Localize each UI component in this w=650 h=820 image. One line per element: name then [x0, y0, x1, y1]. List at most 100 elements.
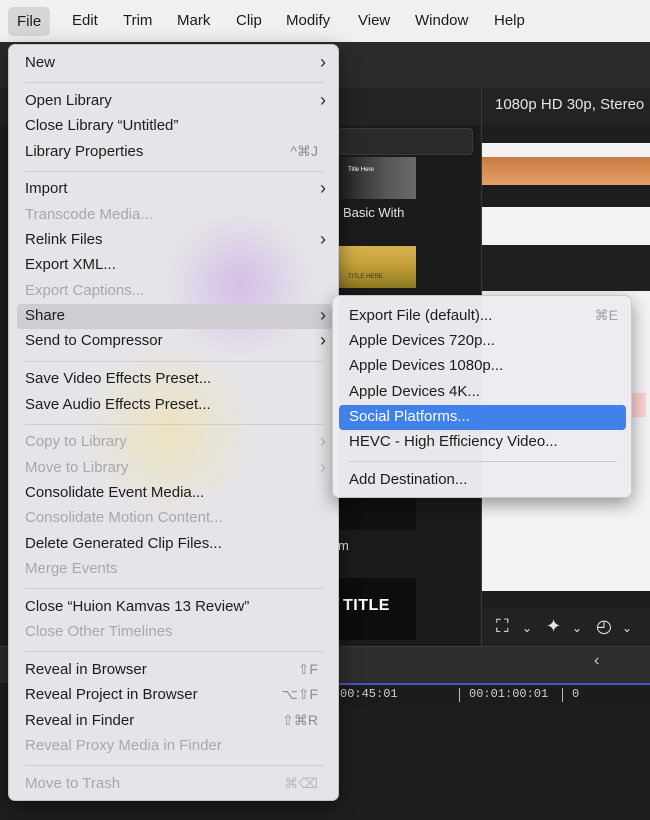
menu-item-library-properties[interactable]: Library Properties ^⌘J — [17, 140, 332, 165]
menu-item-shortcut: ⌘⌫ — [284, 775, 318, 791]
menu-view[interactable]: View — [349, 0, 399, 42]
menu-separator — [25, 424, 324, 425]
menu-item-shortcut: ⇧F — [297, 661, 318, 677]
menu-item-label: Consolidate Event Media... — [25, 484, 205, 501]
thumbnail-title-text: TITLE — [343, 597, 390, 614]
menu-item-label: Reveal Project in Browser — [25, 686, 198, 703]
viewer-image-band — [482, 185, 650, 207]
menu-item-send-to-compressor[interactable]: Send to Compressor › — [17, 329, 332, 354]
menu-item-import[interactable]: Import › — [17, 177, 332, 202]
submenu-item-label: Add Destination... — [349, 471, 468, 488]
clip-label: Basic With — [343, 205, 405, 220]
menu-item-close-other-timelines: Close Other Timelines — [17, 620, 332, 645]
menu-item-label: Move to Trash — [25, 775, 121, 792]
viewer-format-label: 1080p HD 30p, Stereo — [495, 96, 645, 113]
menu-item-label: Close Library “Untitled” — [25, 117, 179, 134]
menu-clip[interactable]: Clip — [227, 0, 271, 42]
chevron-down-icon[interactable]: ⌄ — [622, 621, 632, 635]
share-submenu: Export File (default)... ⌘E Apple Devices… — [332, 295, 632, 498]
menu-item-label: Move to Library — [25, 459, 129, 476]
timecode: 0 — [572, 687, 580, 701]
menu-item-label: New — [25, 54, 56, 71]
menu-item-save-video-effects-preset[interactable]: Save Video Effects Preset... — [17, 367, 332, 392]
menu-item-move-to-trash: Move to Trash ⌘⌫ — [17, 772, 332, 797]
ruler-tick — [459, 688, 460, 702]
menu-bar: File Edit Trim Mark Clip Modify View Win… — [0, 0, 650, 42]
menu-item-reveal-in-browser[interactable]: Reveal in Browser ⇧F — [17, 658, 332, 683]
menu-item-label: Delete Generated Clip Files... — [25, 535, 222, 552]
speed-icon[interactable]: ◴ — [596, 616, 612, 637]
submenu-item-apple-devices-4k[interactable]: Apple Devices 4K... — [339, 380, 626, 405]
submenu-item-label: Apple Devices 1080p... — [349, 357, 504, 374]
menu-item-share[interactable]: Share › — [17, 304, 332, 329]
menu-mark[interactable]: Mark — [168, 0, 219, 42]
menu-window[interactable]: Window — [406, 0, 477, 42]
transform-icon[interactable]: ⛶ — [496, 616, 509, 637]
menu-item-shortcut: ⇧⌘R — [282, 712, 318, 728]
ruler-tick — [562, 688, 563, 702]
viewer-controls: ⛶ ⌄ ✦ ⌄ ◴ ⌄ — [482, 608, 650, 646]
submenu-item-apple-devices-1080p[interactable]: Apple Devices 1080p... — [339, 354, 626, 379]
menu-item-reveal-project-in-browser[interactable]: Reveal Project in Browser ⌥⇧F — [17, 683, 332, 708]
menu-separator — [25, 588, 324, 589]
submenu-item-social-platforms[interactable]: Social Platforms... — [339, 405, 626, 430]
menu-item-transcode-media: Transcode Media... — [17, 203, 332, 228]
menu-item-close-library[interactable]: Close Library “Untitled” — [17, 114, 332, 139]
clip-thumbnail-basic[interactable]: Title Here — [338, 157, 416, 199]
submenu-item-label: Apple Devices 4K... — [349, 383, 480, 400]
menu-item-save-audio-effects-preset[interactable]: Save Audio Effects Preset... — [17, 393, 332, 418]
menu-item-reveal-in-finder[interactable]: Reveal in Finder ⇧⌘R — [17, 709, 332, 734]
menu-modify[interactable]: Modify — [277, 0, 339, 42]
menu-item-label: Import — [25, 180, 68, 197]
thumbnail-text: TITLE HERE — [348, 274, 383, 280]
submenu-item-label: Social Platforms... — [349, 408, 470, 425]
submenu-item-export-file[interactable]: Export File (default)... ⌘E — [339, 304, 626, 329]
menu-item-delete-generated-clip-files[interactable]: Delete Generated Clip Files... — [17, 532, 332, 557]
browser-search-field[interactable] — [338, 128, 473, 155]
menu-trim[interactable]: Trim — [114, 0, 161, 42]
menu-item-label: Copy to Library — [25, 433, 127, 450]
menu-item-label: Send to Compressor — [25, 332, 163, 349]
menu-item-move-to-library: Move to Library › — [17, 456, 332, 481]
submenu-item-label: HEVC - High Efficiency Video... — [349, 433, 558, 450]
menu-item-reveal-proxy-media: Reveal Proxy Media in Finder — [17, 734, 332, 759]
menu-item-consolidate-motion-content: Consolidate Motion Content... — [17, 506, 332, 531]
menu-item-label: Close Other Timelines — [25, 623, 173, 640]
menu-item-label: Library Properties — [25, 143, 144, 160]
menu-item-close-timeline[interactable]: Close “Huion Kamvas 13 Review” — [17, 595, 332, 620]
menu-item-copy-to-library: Copy to Library › — [17, 430, 332, 455]
chevron-right-icon: › — [320, 431, 326, 451]
menu-item-shortcut: ⌥⇧F — [281, 686, 318, 702]
chevron-right-icon: › — [320, 90, 326, 110]
submenu-item-hevc[interactable]: HEVC - High Efficiency Video... — [339, 430, 626, 455]
menu-item-open-library[interactable]: Open Library › — [17, 89, 332, 114]
menu-item-label: Transcode Media... — [25, 206, 153, 223]
menu-item-label: Reveal in Browser — [25, 661, 147, 678]
menu-item-label: Consolidate Motion Content... — [25, 509, 223, 526]
chevron-down-icon[interactable]: ⌄ — [522, 621, 532, 635]
chevron-down-icon[interactable]: ⌄ — [572, 621, 582, 635]
submenu-item-label: Apple Devices 720p... — [349, 332, 495, 349]
timeline-ruler[interactable]: 00:45:01 00:01:00:01 0 — [338, 683, 650, 709]
submenu-item-add-destination[interactable]: Add Destination... — [339, 468, 626, 493]
clip-label: m — [338, 538, 349, 553]
menu-item-relink-files[interactable]: Relink Files › — [17, 228, 332, 253]
submenu-item-apple-devices-720p[interactable]: Apple Devices 720p... — [339, 329, 626, 354]
menu-item-label: Relink Files — [25, 231, 103, 248]
clip-thumbnail-yellow[interactable]: TITLE HERE — [338, 246, 416, 288]
menu-item-export-xml[interactable]: Export XML... — [17, 253, 332, 278]
menu-item-label: Share — [25, 307, 66, 324]
menu-item-label: Save Audio Effects Preset... — [25, 396, 211, 413]
menu-separator — [25, 82, 324, 83]
menu-item-label: Export Captions... — [25, 282, 145, 299]
menu-item-new[interactable]: New › — [17, 51, 332, 76]
magic-wand-icon[interactable]: ✦ — [546, 616, 561, 637]
menu-help[interactable]: Help — [485, 0, 534, 42]
menu-file[interactable]: File — [8, 7, 51, 36]
chevron-right-icon: › — [320, 178, 326, 198]
chevron-left-icon[interactable]: ‹ — [594, 652, 599, 670]
menu-item-label: Save Video Effects Preset... — [25, 370, 212, 387]
menu-item-consolidate-event-media[interactable]: Consolidate Event Media... — [17, 481, 332, 506]
menu-separator — [349, 461, 617, 462]
menu-edit[interactable]: Edit — [63, 0, 107, 42]
